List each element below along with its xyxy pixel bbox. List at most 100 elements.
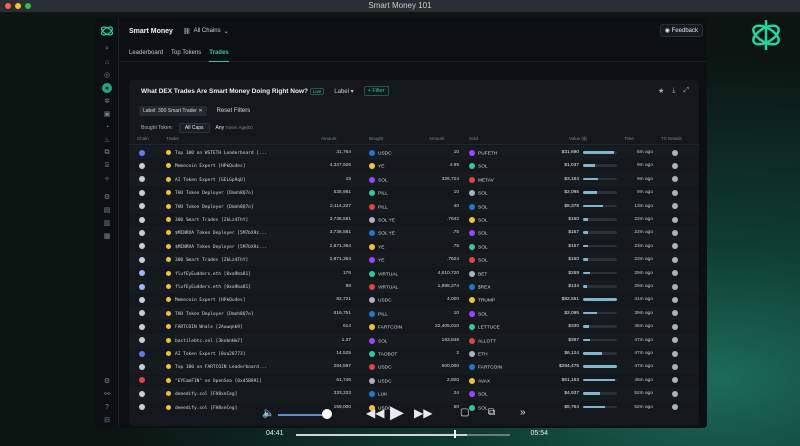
trader-link[interactable]: "EYEamFIN" on OpenSea [0xd5B891] bbox=[166, 377, 316, 384]
app-logo-icon[interactable] bbox=[100, 24, 114, 38]
gear-icon[interactable]: ⚙ bbox=[102, 376, 112, 386]
trader-link[interactable]: THU Token Deployer [Dmnh8Q7o] bbox=[166, 203, 316, 210]
table-row[interactable]: THU Token Deployer [Dmnh8Q7o] 2,114,227 PI… bbox=[129, 199, 699, 213]
tab-trades[interactable]: Trades bbox=[209, 44, 229, 62]
trader-link[interactable]: Top 100 on FARTCOIN Leaderboard... bbox=[166, 364, 316, 370]
sold-token[interactable]: SOL bbox=[469, 203, 529, 210]
fast-forward-icon[interactable]: ▶▶ bbox=[414, 406, 432, 420]
trader-link[interactable]: flufEyEudders.eth [0xa9ba81] bbox=[166, 270, 316, 277]
star-icon[interactable]: ✧ bbox=[102, 174, 112, 184]
col-sold[interactable]: Sold bbox=[469, 136, 478, 141]
table-row[interactable]: Memecoin Expert [HPkQu4es] 4,327,926 YE 4.9… bbox=[129, 159, 699, 172]
trader-link[interactable]: deeedify.sol [FH8xnCeg] bbox=[166, 391, 316, 397]
tx-details-icon[interactable] bbox=[672, 256, 678, 263]
tx-details-icon[interactable] bbox=[672, 189, 678, 196]
trader-link[interactable]: flufEyEudders.eth [0xa9ba81] bbox=[166, 284, 316, 290]
tab-leaderboard[interactable]: Leaderboard bbox=[129, 44, 163, 62]
col-amount-bought[interactable]: Amount bbox=[321, 136, 337, 141]
trader-link[interactable]: AI Token Expert [0xa28773] bbox=[166, 351, 316, 357]
playhead[interactable] bbox=[454, 430, 456, 438]
trader-link[interactable]: Memecoin Expert [HPkQu4es] bbox=[166, 297, 316, 303]
chat-icon[interactable]: ▢ bbox=[460, 407, 469, 418]
trader-link[interactable]: bastilebtc.sol [3knbnHm7] bbox=[166, 337, 316, 344]
tx-details-icon[interactable] bbox=[672, 162, 678, 169]
expand-icon[interactable]: ⤢ bbox=[683, 87, 689, 95]
col-trader[interactable]: Trader bbox=[166, 136, 179, 141]
sold-token[interactable]: ALLOTT bbox=[469, 337, 529, 344]
bell-icon[interactable]: ◔ bbox=[102, 122, 112, 132]
table-row[interactable]: Memecoin Expert [HPkQu4es] 82,721 USDC 4,00… bbox=[129, 293, 699, 306]
tx-details-icon[interactable] bbox=[672, 350, 678, 357]
tx-details-icon[interactable] bbox=[672, 337, 678, 344]
play-icon[interactable]: ▶ bbox=[390, 402, 404, 423]
volume-knob[interactable] bbox=[322, 409, 332, 419]
sold-token[interactable]: SOL bbox=[469, 190, 529, 196]
label-dropdown[interactable]: Label ▾ bbox=[334, 88, 353, 95]
tx-details-icon[interactable] bbox=[672, 296, 678, 303]
sold-token[interactable]: SOL bbox=[469, 243, 529, 250]
fire-icon[interactable]: ♨ bbox=[102, 135, 112, 145]
lock-icon[interactable]: ▤ bbox=[102, 205, 112, 215]
tx-details-icon[interactable] bbox=[672, 363, 678, 370]
sold-token[interactable]: TRUMP bbox=[469, 297, 529, 304]
tx-details-icon[interactable] bbox=[672, 203, 678, 210]
table-row[interactable]: 300 Smart Trades [ZkLz4ThY] 2,871,364 YE .7… bbox=[129, 253, 699, 267]
tx-details-icon[interactable] bbox=[672, 176, 678, 183]
tx-details-icon[interactable] bbox=[672, 310, 678, 317]
search-icon[interactable]: ⌕ bbox=[102, 44, 112, 54]
trader-link[interactable]: Memecoin Expert [HPkQu4es] bbox=[166, 163, 316, 169]
tx-details-icon[interactable] bbox=[672, 404, 678, 411]
trader-link[interactable]: FARTCOIN Whale [2Auwqnb9] bbox=[166, 324, 316, 330]
layers-icon[interactable]: ⧉ bbox=[102, 148, 112, 158]
sold-token[interactable]: METAV bbox=[469, 176, 529, 183]
filter-chip[interactable]: Label: 300 Smart Trader ✕ bbox=[139, 106, 207, 116]
home-icon[interactable]: ⌂ bbox=[102, 57, 112, 67]
tx-details-icon[interactable] bbox=[672, 229, 678, 236]
table-row[interactable]: $MINRVA Token Deployer [5M7bX9z... 2,871,… bbox=[129, 240, 699, 253]
table-row[interactable]: AI Token Expert [GELGp9qU] 15 SOL 326,724 ME… bbox=[129, 172, 699, 187]
tx-details-icon[interactable] bbox=[672, 243, 678, 250]
wallet-icon[interactable]: ▣ bbox=[102, 109, 112, 119]
sold-token[interactable]: LETTUCE bbox=[469, 324, 529, 330]
table-row[interactable]: FARTCOIN Whale [2Auwqnb9] 614 FARTCOIN 22,4… bbox=[129, 320, 699, 333]
tx-details-icon[interactable] bbox=[672, 149, 678, 156]
rewind-icon[interactable]: ◀◀ bbox=[366, 406, 384, 420]
chain-select[interactable]: ⛓ All Chains ⌄ bbox=[183, 28, 229, 35]
document-icon[interactable]: ▥ bbox=[102, 218, 112, 228]
sold-token[interactable]: $REX bbox=[469, 284, 529, 290]
sold-token[interactable]: ETH bbox=[469, 351, 529, 357]
tab-top-tokens[interactable]: Top Tokens bbox=[171, 44, 201, 62]
collapse-icon[interactable]: ⊟ bbox=[102, 415, 112, 425]
more-icon[interactable]: » bbox=[520, 407, 526, 418]
settings-icon[interactable]: ✲ bbox=[102, 96, 112, 106]
reset-filters-button[interactable]: Reset Filters bbox=[217, 108, 251, 114]
col-amount-sold[interactable]: Amount bbox=[429, 136, 445, 141]
sold-token[interactable]: FARTCOIN bbox=[469, 364, 529, 371]
smart-money-icon[interactable]: ● bbox=[102, 83, 112, 93]
table-row[interactable]: Top 100 on FARTCOIN Leaderboard... 284,59… bbox=[129, 360, 699, 374]
table-row[interactable]: THU Token Deployer [Dmnh8Q7o] 535,981 PILL… bbox=[129, 186, 699, 199]
sold-token[interactable]: PUFETH bbox=[469, 150, 529, 156]
download-icon[interactable]: ⤓ bbox=[672, 87, 675, 95]
table-row[interactable]: flufEyEudders.eth [0xa9ba81] 176 VIRTUAL 4,… bbox=[129, 267, 699, 280]
star-icon[interactable]: ★ bbox=[658, 87, 664, 95]
sold-token[interactable]: SOL bbox=[469, 391, 529, 397]
link-icon[interactable]: ⚯ bbox=[102, 389, 112, 399]
table-row[interactable]: flufEyEudders.eth [0xa9ba81] 88 VIRTUAL 1,8… bbox=[129, 280, 699, 294]
tool-icon[interactable]: ⚙ bbox=[102, 192, 112, 202]
feedback-button[interactable]: ◉ Feedback bbox=[659, 24, 703, 37]
token-age-filter[interactable]: Any Token Age(D) bbox=[216, 125, 253, 131]
table-row[interactable]: AI Token Expert [0xa28773] 14,525 TAOBOT 2 E… bbox=[129, 347, 699, 360]
table-row[interactable]: bastilebtc.sol [3knbnHm7] 1.37 SOL 193,849 A… bbox=[129, 333, 699, 347]
table-row[interactable]: Top 100 on WSTETH Leaderboard [... 31,764… bbox=[129, 146, 699, 160]
close-icon[interactable]: ✕ bbox=[198, 108, 202, 114]
chat-icon[interactable]: ▦ bbox=[102, 231, 112, 241]
trader-link[interactable]: THU Token Deployer [Dmnh8Q7o] bbox=[166, 190, 316, 196]
sold-token[interactable]: BET bbox=[469, 270, 529, 277]
sold-token[interactable]: SOL bbox=[469, 230, 529, 237]
tx-details-icon[interactable] bbox=[672, 323, 678, 330]
trader-link[interactable]: $MINRVA Token Deployer [5M7bX9z... bbox=[166, 230, 316, 236]
speaker-icon[interactable]: 🔈 bbox=[262, 408, 274, 419]
help-icon[interactable]: ? bbox=[102, 402, 112, 412]
trader-link[interactable]: 300 Smart Trades [ZkLz4ThY] bbox=[166, 257, 316, 263]
